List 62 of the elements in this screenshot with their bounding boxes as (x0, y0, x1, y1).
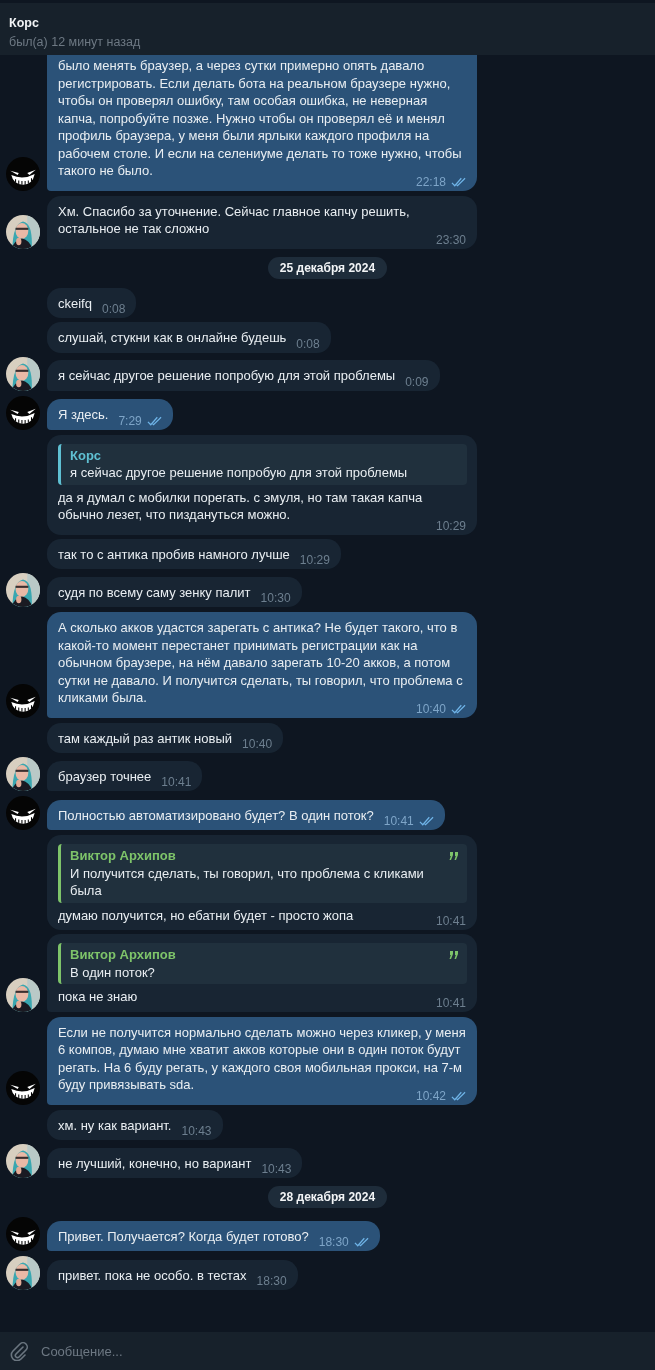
message-time: 10:29 (299, 554, 330, 566)
message-time: 10:43 (181, 1125, 212, 1137)
message-time: 10:42 (415, 1089, 446, 1102)
quote-text: я сейчас другое решение попробую для этой проблемы (70, 464, 409, 482)
message-text: Привет. Получается? Когда будет готово? (58, 1227, 309, 1245)
grin-avatar-icon[interactable] (6, 395, 40, 430)
message-text: А сколько акков удастся зарегать с антика? Не будет такого, что в какой-то момент перестанет принимать регистрации как на обычном браузере, на нём давало зарегать 10-20 акков, а потом сутки не давало. И получится сделать, ты говорил, что проблема с кликами была. (58, 619, 464, 705)
message-text: судя по всему саму зенку палит (58, 583, 251, 601)
reply-quote[interactable]: Корс я сейчас другое решение попробую для этой проблемы (58, 443, 467, 485)
quote-text: В один поток? (70, 963, 156, 981)
paperclip-icon[interactable] (9, 1341, 29, 1361)
message-text: пока не знаю (58, 988, 138, 1006)
message-text: Если не получится нормально сделать можно через кликер, у меня 6 компов, думаю мне хватит акков которые они в один поток будут регать. На 6 буду регать, у каждого своя мобильная прокси, на 7-м буду привязывать sda. (58, 1023, 466, 1092)
message-time: 10:41 (383, 815, 414, 827)
message-time: 0:08 (296, 337, 320, 350)
quote-author: Корс (70, 446, 102, 464)
message-input-field[interactable]: Сообщение... (0, 1332, 655, 1370)
message-text: Я здесь. (58, 406, 109, 424)
message-text: хм. ну как вариант. (58, 1116, 172, 1134)
message-text: было менять браузер, а через сутки примерно опять давало регистрировать. Если делать бота на реальном браузере нужно, чтобы он проверял ошибку, там особая ошибка, не неверная капча, попробуйте позже. Нужно чтобы он проверял её и менял профиль браузера, у меня были ярлыки каждого профиля на рабочем столе. И если на селениуме делать то тоже нужно, чтобы такого не было. (58, 57, 463, 178)
reply-quote[interactable]: Виктор Архипов В один поток? (58, 943, 467, 984)
quote-author: Виктор Архипов (70, 946, 176, 964)
date-separator: 25 декабря 2024 (267, 256, 388, 279)
message-text: я сейчас другое решение попробую для этой проблемы (58, 367, 396, 385)
message-time: 7:29 (118, 414, 142, 427)
reply-quote[interactable]: Виктор Архипов И получится сделать, ты говорил, что проблема с кликами была (58, 844, 467, 903)
message-text: браузер точнее (58, 767, 152, 785)
message-text: привет. пока не особо. в тестах (58, 1266, 247, 1284)
grin-avatar-icon[interactable] (6, 1070, 40, 1105)
message-time: 0:09 (405, 375, 429, 388)
date-separator: 28 декабря 2024 (267, 1186, 388, 1208)
message-time: 10:41 (435, 915, 466, 927)
grin-avatar-icon[interactable] (6, 1217, 40, 1251)
message-time: 22:18 (415, 175, 446, 188)
message-text: думаю получится, но ебатни будет - просто жопа (58, 906, 354, 924)
contact-name: Корс (9, 15, 40, 31)
message-time: 0:08 (101, 303, 126, 315)
message-time: 23:30 (435, 233, 466, 246)
message-text: Полностью автоматизировано будет? В один поток? (58, 806, 374, 824)
message-text: ckeifq (58, 294, 92, 312)
message-time: 18:30 (318, 1236, 349, 1248)
message-text: слушай, стукни как в онлайне будешь (58, 329, 287, 347)
quote-author: Виктор Архипов (70, 847, 176, 865)
message-text: не лучший, конечно, но вариант (58, 1154, 252, 1172)
message-text: так то с антика пробив намного лучше (58, 545, 290, 563)
grin-avatar-icon[interactable] (6, 796, 40, 830)
message-time: 10:41 (161, 776, 192, 788)
last-seen-status: был(а) 12 минут назад (9, 34, 142, 51)
message-text: там каждый раз антик новый (58, 729, 233, 747)
message-time: 10:40 (415, 702, 446, 715)
message-time: 10:43 (261, 1163, 292, 1175)
grin-avatar-icon[interactable] (6, 156, 40, 191)
message-time: 10:30 (260, 592, 291, 604)
message-text: да я думал с мобилки порегать. с эмуля, но там такая капча обычно лезет, что пиздануться можно. (58, 488, 424, 524)
message-text: Хм. Спасибо за уточнение. Сейчас главное капчу решить, остальное не так сложно (58, 202, 411, 238)
message-time: 10:40 (242, 738, 273, 750)
message-input[interactable]: Сообщение... (39, 1342, 646, 1360)
message-time: 18:30 (256, 1275, 287, 1287)
message-time: 10:41 (435, 996, 466, 1009)
grin-avatar-icon[interactable] (6, 683, 40, 718)
quote-text: И получится сделать, ты говорил, что проблема с кликами была (70, 864, 425, 900)
message-time: 10:29 (435, 519, 466, 532)
